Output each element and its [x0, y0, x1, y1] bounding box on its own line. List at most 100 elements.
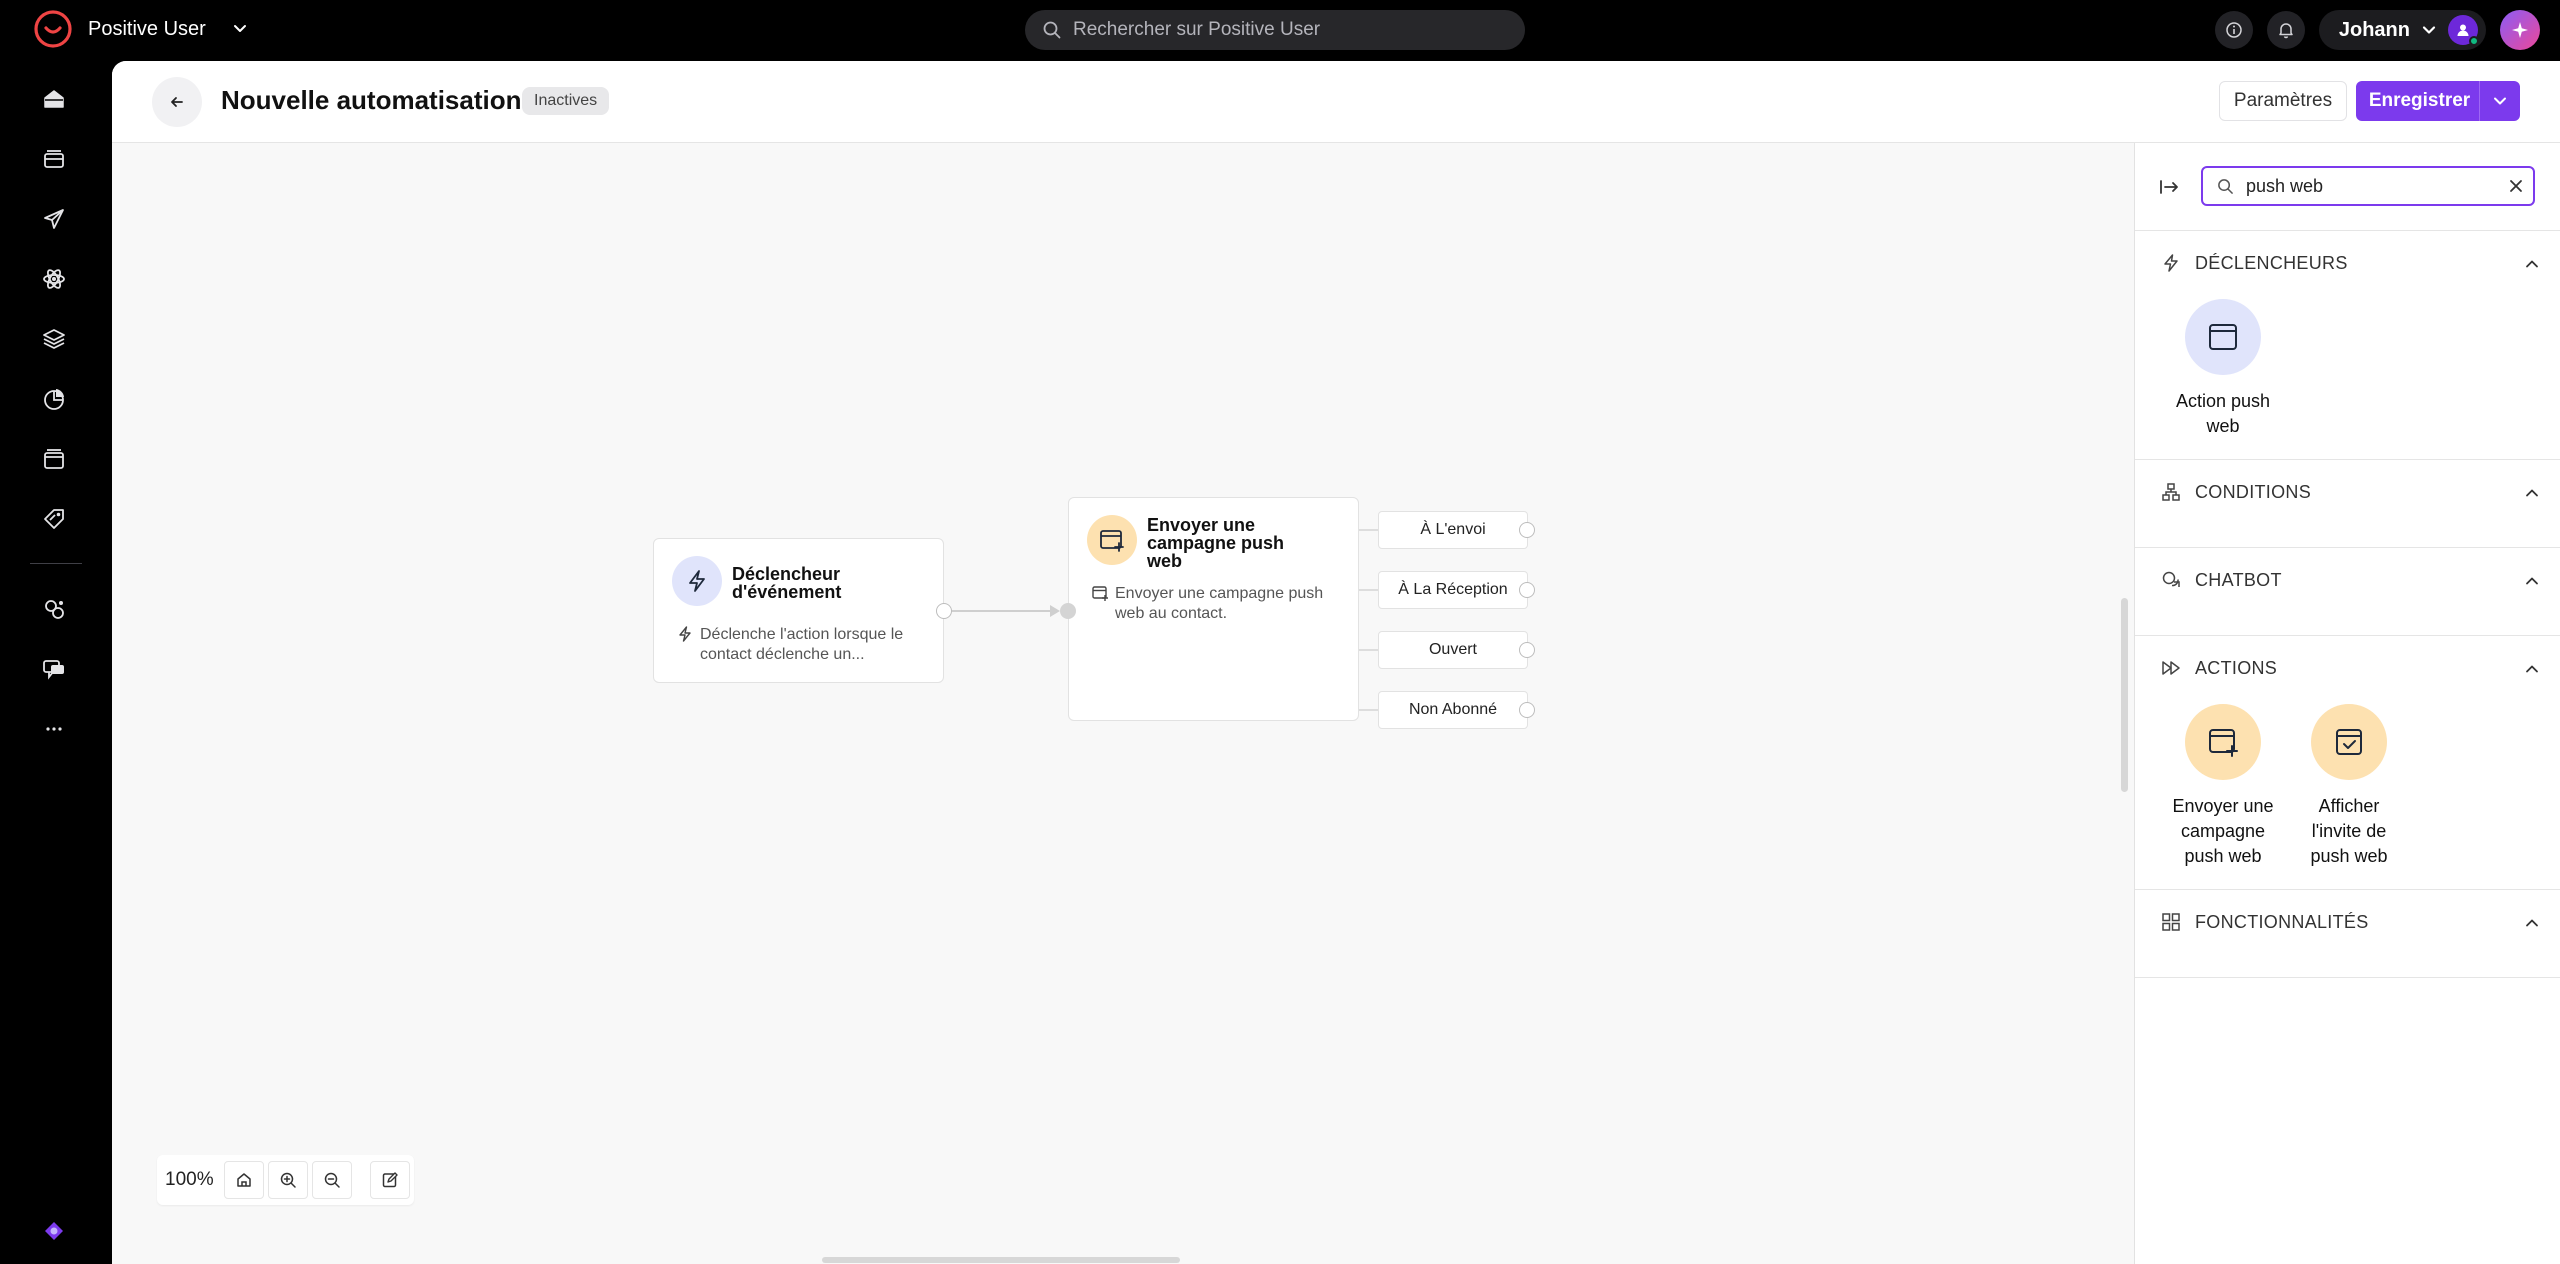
component-icon-circle: [2311, 704, 2387, 780]
nav-layers[interactable]: [38, 323, 70, 355]
nav-tags[interactable]: [38, 503, 70, 535]
section-conditions-header[interactable]: CONDITIONS: [2135, 460, 2560, 524]
analytics-icon: [44, 389, 64, 410]
action-title-line: web: [1147, 551, 1183, 571]
zoom-in-icon: [280, 1172, 296, 1188]
nav-help[interactable]: [38, 1215, 70, 1247]
notifications-button[interactable]: [2266, 11, 2305, 49]
global-search-input[interactable]: Rechercher sur Positive User: [1025, 10, 1525, 50]
action-input-port[interactable]: [1060, 603, 1076, 619]
lightning-icon: [2164, 254, 2178, 272]
outlet-opened[interactable]: Ouvert: [1378, 631, 1528, 669]
section-title: ACTIONS: [2195, 658, 2278, 678]
trigger-title-line: d'événement: [732, 582, 842, 602]
lightning-icon: [689, 570, 705, 592]
zoom-in-button[interactable]: [267, 1161, 308, 1199]
trigger-node[interactable]: Déclencheur d'événement Déclenche l'acti…: [653, 538, 944, 683]
user-name: Johann: [2338, 18, 2410, 41]
section-actions-header[interactable]: ACTIONS: [2135, 636, 2560, 700]
label-line: push web: [2310, 846, 2388, 866]
nav-contacts[interactable]: [38, 143, 70, 175]
nav-more[interactable]: [38, 713, 70, 745]
nav-dashboard[interactable]: [38, 83, 70, 115]
chevron-down-icon: [2422, 26, 2436, 34]
status-badge: Inactives: [522, 87, 610, 115]
trigger-title-line: Déclencheur: [732, 564, 841, 584]
component-label: Envoyer une campagne push web: [2163, 794, 2283, 869]
section-chatbot: CHATBOT: [2135, 547, 2560, 635]
outlet-on-send[interactable]: À L'envoi: [1378, 511, 1528, 549]
search-icon: [1043, 21, 1061, 39]
sidebar-divider: [30, 563, 82, 564]
browser-plus-icon: [2209, 729, 2238, 757]
user-menu[interactable]: Johann: [2318, 10, 2486, 50]
help-icon: [45, 1222, 63, 1240]
chevron-up-icon: [2526, 489, 2538, 497]
trigger-desc-line: Déclenche l'action lorsque le: [700, 626, 904, 643]
label-line: Envoyer une: [2172, 796, 2274, 816]
section-features-header[interactable]: FONCTIONNALITÉS: [2135, 890, 2560, 954]
component-send-web-push-campaign[interactable]: Envoyer une campagne push web: [2163, 704, 2283, 869]
component-label: Action push web: [2163, 389, 2283, 439]
save-options-button[interactable]: [2480, 81, 2520, 121]
section-actions: ACTIONS Envoyer une campagne push web Af…: [2135, 635, 2560, 889]
chevron-up-icon: [2526, 260, 2538, 268]
edit-icon: [382, 1172, 398, 1188]
avatar: [2448, 15, 2479, 46]
action-node[interactable]: Envoyer une campagne push web Envoyer un…: [1068, 497, 1359, 721]
section-title: DÉCLENCHEURS: [2195, 253, 2348, 273]
settings-button[interactable]: Paramètres: [2219, 81, 2347, 121]
section-triggers: DÉCLENCHEURS Action push web: [2135, 230, 2560, 459]
component-web-push-action[interactable]: Action push web: [2163, 299, 2283, 439]
canvas-vertical-scrollbar[interactable]: [2121, 598, 2128, 792]
workflow-canvas[interactable]: Déclencheur d'événement Déclenche l'acti…: [112, 143, 2134, 1264]
browser-plus-icon: [1092, 586, 1108, 601]
component-icon-circle: [2185, 299, 2261, 375]
outlet-port[interactable]: [1519, 642, 1535, 658]
outlet-port[interactable]: [1519, 582, 1535, 598]
collapse-panel-icon[interactable]: [2157, 175, 2181, 199]
outlet-on-reception[interactable]: À La Réception: [1378, 571, 1528, 609]
browser-check-icon: [2336, 729, 2362, 755]
component-show-web-push-prompt[interactable]: Afficher l'invite de push web: [2289, 704, 2409, 869]
chevron-up-icon: [2526, 665, 2538, 673]
save-button[interactable]: Enregistrer: [2356, 90, 2479, 112]
nav-campaigns[interactable]: [38, 203, 70, 235]
zoom-out-button[interactable]: [311, 1161, 352, 1199]
action-title-line: Envoyer une: [1147, 515, 1256, 535]
chevron-down-icon[interactable]: [230, 19, 250, 39]
grid-icon: [2162, 913, 2180, 931]
fit-view-button[interactable]: [223, 1161, 264, 1199]
trigger-node-title: Déclencheur d'événement: [732, 565, 841, 601]
nav-chat[interactable]: [38, 653, 70, 685]
ai-assistant-button[interactable]: [2500, 10, 2540, 50]
section-triggers-header[interactable]: DÉCLENCHEURS: [2135, 231, 2560, 295]
canvas-horizontal-scrollbar[interactable]: [822, 1257, 1180, 1263]
brand-logo-icon: [34, 10, 72, 48]
trigger-output-port[interactable]: [936, 603, 952, 619]
section-chatbot-header[interactable]: CHATBOT: [2135, 548, 2560, 612]
outlet-port[interactable]: [1519, 522, 1535, 538]
action-node-description: Envoyer une campagne push web au contact…: [1115, 584, 1323, 624]
component-search-input[interactable]: push web: [2201, 166, 2535, 206]
nav-automation[interactable]: [38, 263, 70, 295]
nav-analytics[interactable]: [38, 383, 70, 415]
zoom-level: 100%: [165, 1169, 214, 1190]
action-desc-line: Envoyer une campagne push: [1115, 585, 1324, 602]
brand-switcher[interactable]: Positive User: [32, 8, 250, 50]
sparkle-icon: [2512, 22, 2528, 38]
chevron-up-icon: [2526, 919, 2538, 927]
chat-icon: [43, 660, 64, 680]
label-line: push web: [2184, 846, 2262, 866]
outlet-port[interactable]: [1519, 702, 1535, 718]
nav-templates[interactable]: [38, 443, 70, 475]
info-button[interactable]: [2214, 11, 2253, 49]
tags-icon: [44, 509, 64, 529]
nav-integrations[interactable]: [38, 593, 70, 625]
back-button[interactable]: [152, 77, 202, 127]
zoom-toolbar: 100%: [157, 1155, 414, 1205]
outlet-unsubscribed[interactable]: Non Abonné: [1378, 691, 1528, 729]
clear-search-button[interactable]: [2499, 169, 2533, 203]
outlet-connectors: [1359, 529, 1378, 711]
edit-mode-button[interactable]: [369, 1161, 410, 1199]
